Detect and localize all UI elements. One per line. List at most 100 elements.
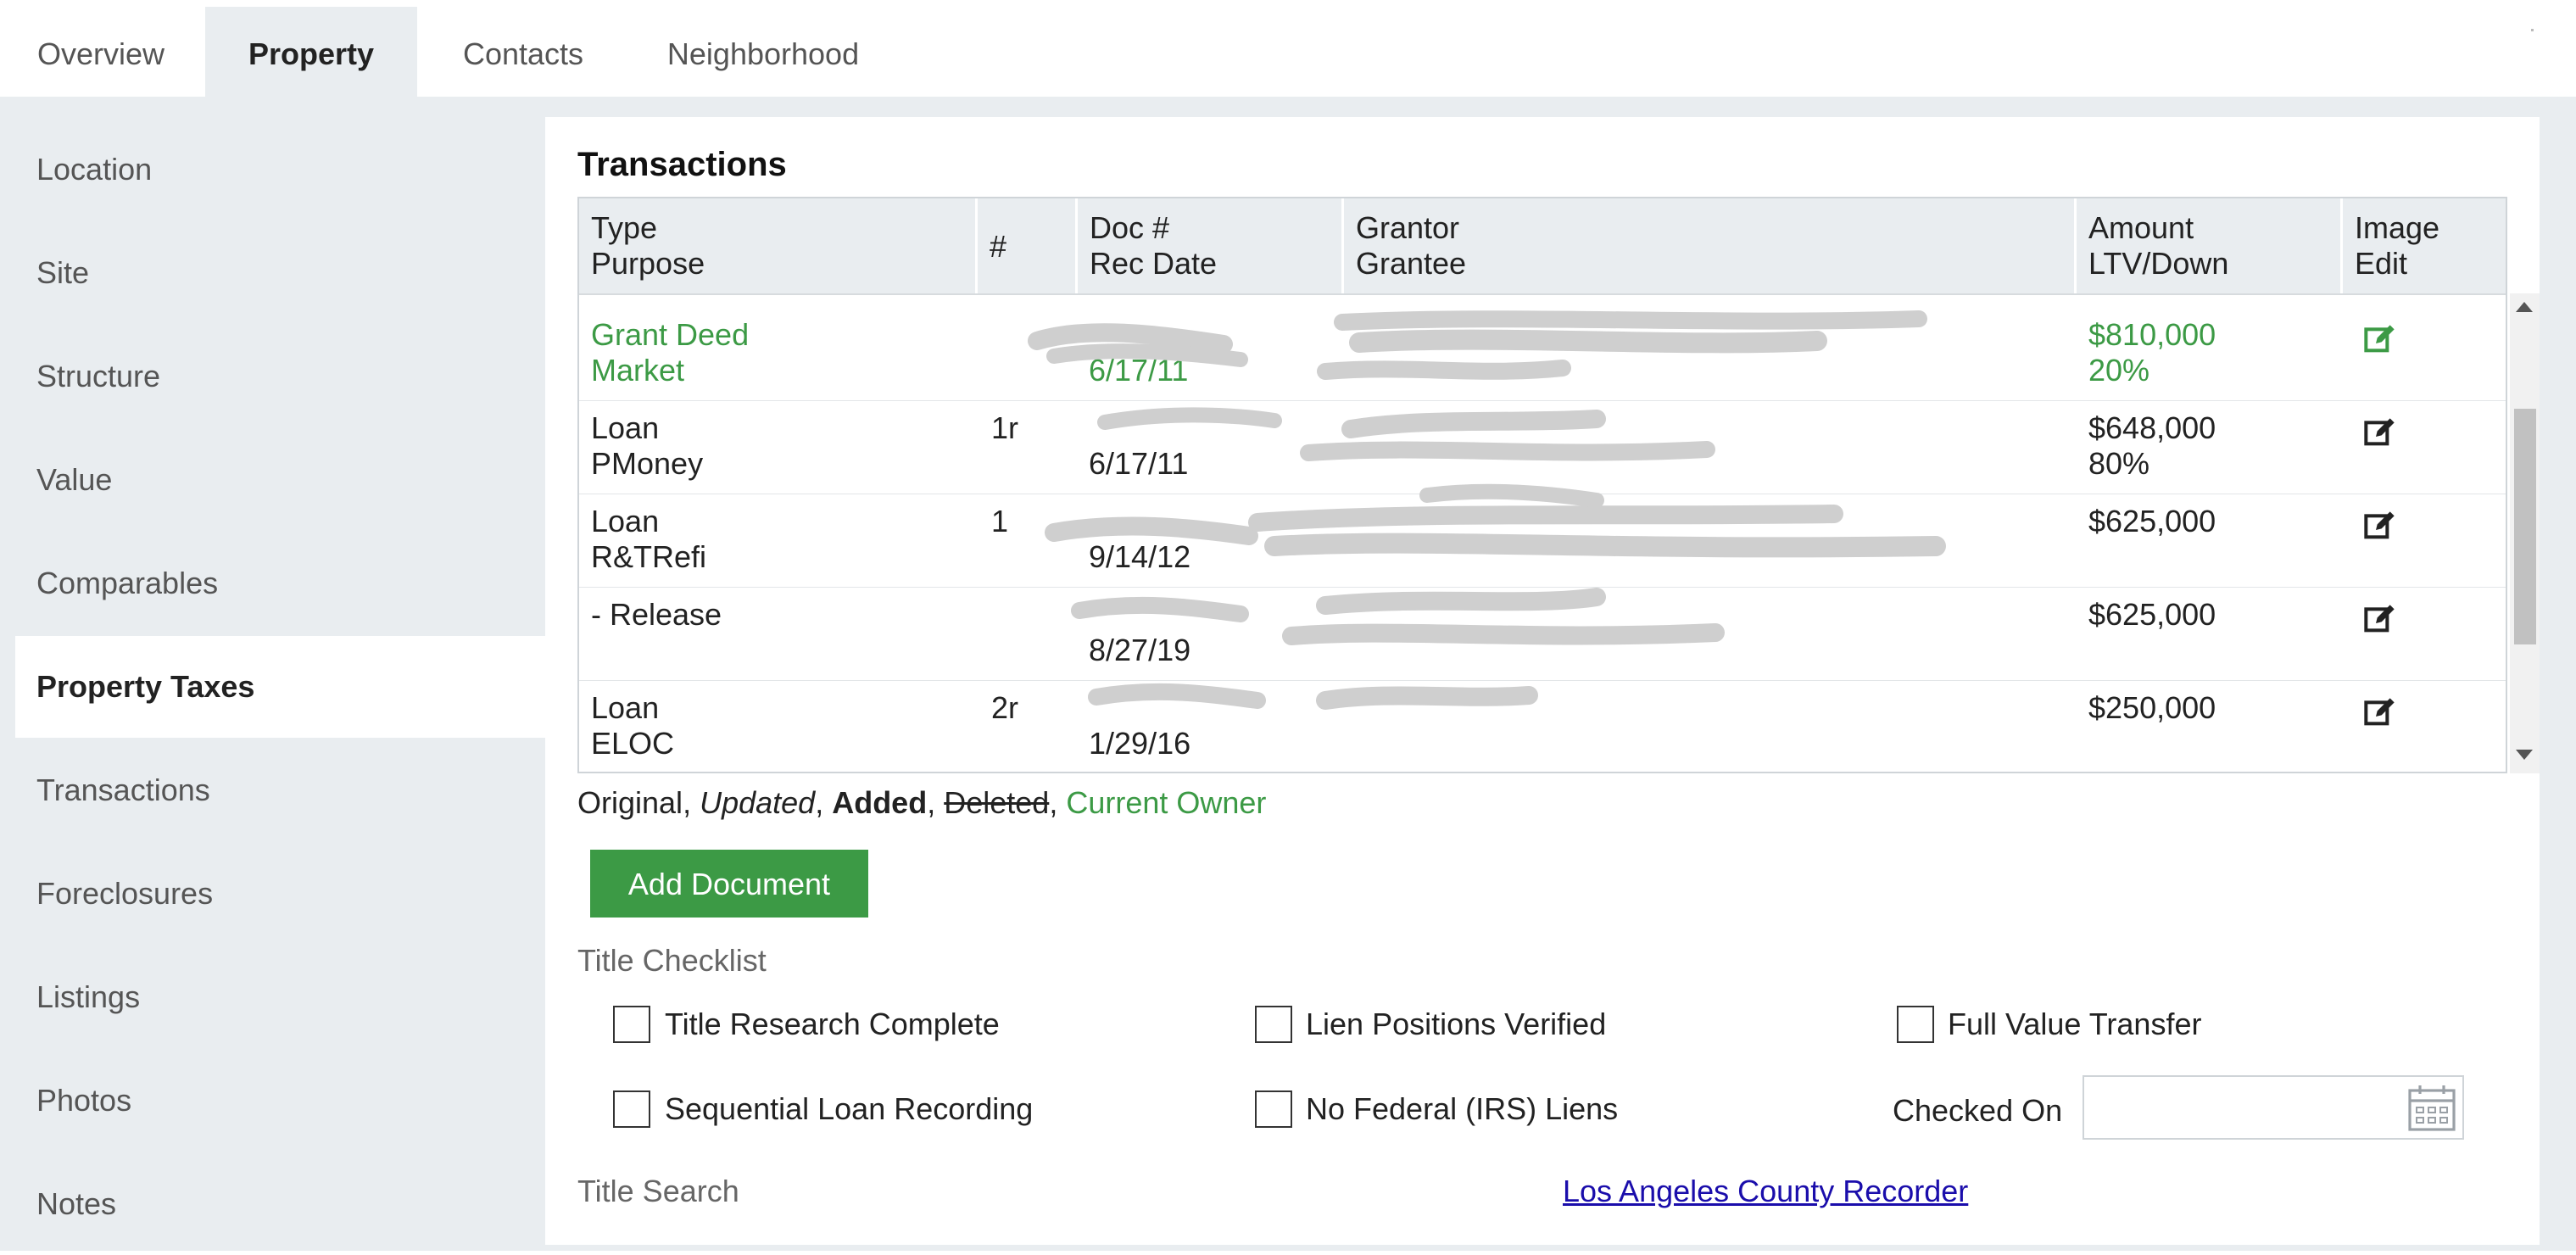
header-amount: Amount <box>2088 210 2194 245</box>
table-row[interactable]: Loan R&TRefi 1 9/14/12 $625,000 <box>579 494 2506 588</box>
header-doc-date: Doc # Rec Date <box>1078 198 1344 293</box>
row-amount: $810,000 <box>2088 317 2216 352</box>
checkbox-no-federal-irs-liens[interactable] <box>1255 1090 1292 1128</box>
title-checklist-label: Title Checklist <box>577 943 767 978</box>
title-search-label: Title Search <box>577 1174 739 1208</box>
tab-overview[interactable]: Overview <box>0 7 202 97</box>
header-purpose: Purpose <box>591 246 705 281</box>
header-type-purpose: Type Purpose <box>579 198 978 293</box>
checked-on-label: Checked On <box>1893 1093 2063 1128</box>
header-image-edit: Image Edit <box>2343 198 2506 293</box>
row-ltv: 80% <box>2088 446 2150 481</box>
row-type: Loan <box>591 690 660 725</box>
header-type: Type <box>591 210 658 245</box>
corner-dot <box>2531 29 2534 31</box>
legend-deleted: Deleted <box>944 785 1050 820</box>
legend-original: Original <box>577 785 683 820</box>
row-purpose: Market <box>591 353 685 388</box>
table-row[interactable]: - Release 8/27/19 $625,000 <box>579 587 2506 681</box>
row-purpose: PMoney <box>591 446 704 481</box>
header-amount-ltv: Amount LTV/Down <box>2077 198 2343 293</box>
header-doc: Doc # <box>1090 210 1170 245</box>
legend-current-owner: Current Owner <box>1066 785 1267 820</box>
checkbox-label: Full Value Transfer <box>1948 1007 2202 1041</box>
edit-icon[interactable] <box>2363 695 2397 729</box>
sidebar-item-site[interactable]: Site <box>15 222 545 324</box>
edit-icon[interactable] <box>2363 416 2397 449</box>
legend-separator: , <box>815 785 833 820</box>
row-ltv: 20% <box>2088 353 2150 388</box>
row-type: Loan <box>591 410 660 445</box>
grid-header: Type Purpose # Doc # Rec Date Grantor Gr… <box>579 198 2506 295</box>
checkbox-title-research-complete[interactable] <box>613 1006 650 1043</box>
header-grantor-grantee: Grantor Grantee <box>1344 198 2077 293</box>
sidebar-item-property-taxes[interactable]: Property Taxes <box>15 636 545 738</box>
row-rec-date: 8/27/19 <box>1089 633 1191 667</box>
sidebar-item-transactions[interactable]: Transactions <box>15 739 545 841</box>
tab-bar: Overview Property Contacts Neighborhood <box>0 0 2576 97</box>
legend-separator: , <box>927 785 945 820</box>
add-document-button[interactable]: Add Document <box>590 850 868 918</box>
sidebar-item-location[interactable]: Location <box>15 119 545 220</box>
header-number: # <box>978 198 1078 293</box>
checkbox-sequential-loan-recording[interactable] <box>613 1090 650 1128</box>
bottom-strip <box>545 1245 2576 1251</box>
legend-added: Added <box>832 785 928 820</box>
row-rec-date: 6/17/11 <box>1089 446 1189 481</box>
grid-scroll-thumb[interactable] <box>2514 409 2536 644</box>
header-ltv: LTV/Down <box>2088 246 2229 281</box>
header-image: Image <box>2355 210 2440 245</box>
sidebar: Location Site Structure Value Comparable… <box>0 97 545 1251</box>
checkbox-label: No Federal (IRS) Liens <box>1306 1091 1619 1126</box>
checkbox-label: Title Research Complete <box>665 1007 1000 1041</box>
row-number: 1r <box>991 410 1019 445</box>
scroll-down-arrow-icon[interactable] <box>2516 750 2533 760</box>
row-amount: $250,000 <box>2088 690 2216 725</box>
sidebar-item-structure[interactable]: Structure <box>15 326 545 427</box>
checkbox-label: Sequential Loan Recording <box>665 1091 1034 1126</box>
sidebar-item-comparables[interactable]: Comparables <box>15 533 545 634</box>
legend-separator: , <box>1049 785 1067 820</box>
row-purpose: ELOC <box>591 726 675 761</box>
row-type: Grant Deed <box>591 317 750 352</box>
row-type: - Release <box>591 597 722 632</box>
right-gutter <box>2540 117 2576 1251</box>
row-amount: $625,000 <box>2088 597 2216 632</box>
checkbox-lien-positions-verified[interactable] <box>1255 1006 1292 1043</box>
table-row[interactable]: Loan PMoney 1r 6/17/11 $648,000 80% <box>579 400 2506 494</box>
edit-icon[interactable] <box>2363 509 2397 543</box>
row-rec-date: 1/29/16 <box>1089 726 1191 761</box>
sidebar-item-notes[interactable]: Notes <box>15 1153 545 1255</box>
row-type: Loan <box>591 504 660 538</box>
row-amount: $648,000 <box>2088 410 2216 445</box>
header-grantee: Grantee <box>1356 246 1467 281</box>
legend-separator: , <box>683 785 700 820</box>
checkbox-label: Lien Positions Verified <box>1306 1007 1607 1041</box>
row-number: 1 <box>991 504 1009 538</box>
scroll-up-arrow-icon[interactable] <box>2516 302 2533 312</box>
checkbox-full-value-transfer[interactable] <box>1897 1006 1934 1043</box>
sidebar-item-photos[interactable]: Photos <box>15 1050 545 1152</box>
tab-property[interactable]: Property <box>205 7 417 97</box>
sidebar-item-listings[interactable]: Listings <box>15 946 545 1048</box>
legend: Original, Updated, Added, Deleted, Curre… <box>577 785 1266 821</box>
sidebar-item-foreclosures[interactable]: Foreclosures <box>15 843 545 945</box>
legend-updated: Updated <box>700 785 816 820</box>
tab-neighborhood[interactable]: Neighborhood <box>644 7 882 97</box>
row-number: 2r <box>991 690 1019 725</box>
edit-icon[interactable] <box>2363 322 2397 356</box>
sidebar-item-value[interactable]: Value <box>15 429 545 531</box>
calendar-icon[interactable] <box>2406 1082 2457 1133</box>
row-rec-date: 9/14/12 <box>1089 539 1191 574</box>
tab-contacts[interactable]: Contacts <box>441 7 605 97</box>
section-title: Transactions <box>577 146 787 183</box>
header-rec-date: Rec Date <box>1090 246 1218 281</box>
header-number-label: # <box>990 229 1007 264</box>
county-recorder-link[interactable]: Los Angeles County Recorder <box>1563 1174 1968 1209</box>
edit-icon[interactable] <box>2363 602 2397 636</box>
row-rec-date: 6/17/11 <box>1089 353 1189 388</box>
row-amount: $625,000 <box>2088 504 2216 538</box>
table-row[interactable]: Grant Deed Market 6/17/11 $810,000 20% <box>579 307 2506 401</box>
transactions-grid: Type Purpose # Doc # Rec Date Grantor Gr… <box>577 197 2507 773</box>
table-row[interactable]: Loan ELOC 2r 1/29/16 $250,000 <box>579 680 2506 772</box>
